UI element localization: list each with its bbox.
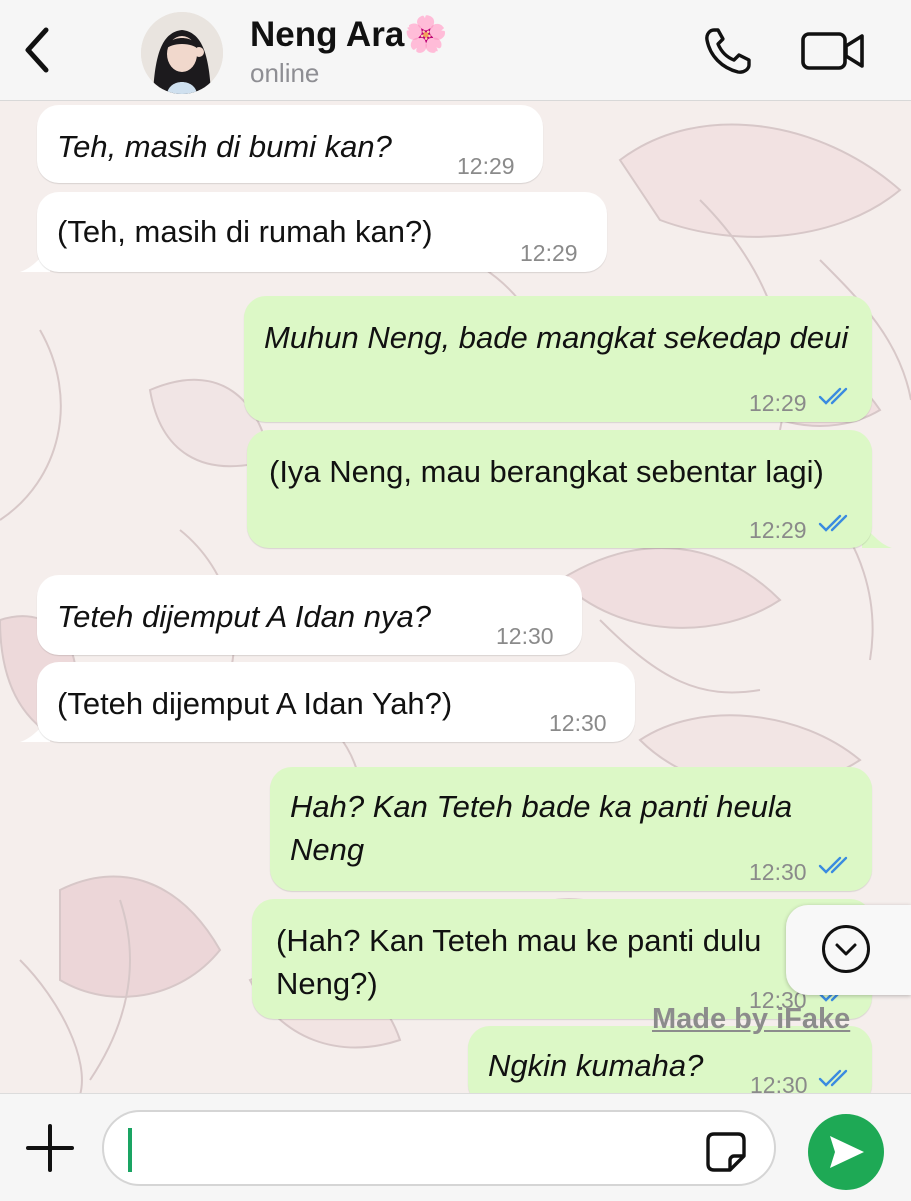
voice-call-button[interactable] [700, 24, 756, 78]
message-time: 12:29 [520, 240, 578, 266]
chat-header: Neng Ara🌸 online [0, 0, 911, 101]
message-bubble-incoming[interactable]: Teh, masih di bumi kan? 12:29 [37, 105, 543, 183]
message-time: 12:30 [549, 710, 607, 736]
video-camera-icon [801, 32, 864, 70]
message-time: 12:29 [749, 390, 807, 416]
message-text: (Hah? Kan Teteh mau ke panti dulu Neng?) [276, 923, 762, 1001]
composer-bar [0, 1093, 911, 1201]
text-caret [128, 1128, 132, 1172]
message-bubble-incoming[interactable]: (Teteh dijemput A Idan Yah?) 12:30 [37, 662, 635, 742]
message-time: 12:29 [457, 153, 515, 179]
read-receipt-icon [818, 1069, 848, 1087]
message-bubble-outgoing[interactable]: (Iya Neng, mau berangkat sebentar lagi) … [247, 430, 872, 548]
message-text: Ngkin kumaha? [488, 1048, 704, 1083]
contact-status: online [250, 58, 320, 88]
send-icon [830, 1136, 864, 1168]
message-input[interactable] [102, 1110, 776, 1186]
message-time: 12:30 [496, 623, 554, 649]
message-time: 12:30 [749, 859, 807, 885]
contact-name[interactable]: Neng Ara🌸 [250, 14, 448, 55]
message-bubble-outgoing[interactable]: (Hah? Kan Teteh mau ke panti dulu Neng?)… [252, 899, 872, 1019]
attach-button[interactable] [24, 1122, 76, 1174]
read-receipt-icon [818, 387, 848, 405]
watermark: Made by iFake [652, 1003, 851, 1035]
message-bubble-incoming[interactable]: (Teh, masih di rumah kan?) 12:29 [37, 192, 607, 272]
flower-emoji: 🌸 [404, 15, 448, 54]
message-text: (Iya Neng, mau berangkat sebentar lagi) [269, 454, 824, 489]
scroll-to-bottom-button[interactable] [786, 905, 911, 995]
message-time: 12:29 [749, 517, 807, 543]
avatar-image [141, 12, 223, 94]
sticker-button[interactable] [704, 1130, 748, 1174]
sticker-icon [706, 1132, 746, 1172]
chevron-down-icon [822, 925, 870, 973]
message-bubble-outgoing[interactable]: Hah? Kan Teteh bade ka panti heula Neng … [270, 767, 872, 891]
read-receipt-icon [818, 856, 848, 874]
read-receipt-icon [818, 514, 848, 532]
contact-name-text: Neng Ara [250, 15, 405, 54]
video-call-button[interactable] [800, 28, 866, 74]
send-button[interactable] [808, 1114, 884, 1190]
message-bubble-outgoing[interactable]: Muhun Neng, bade mangkat sekedap deui 12… [244, 296, 872, 422]
message-text: Muhun Neng, bade mangkat sekedap deui [264, 320, 849, 355]
chevron-left-icon [25, 27, 49, 73]
plus-icon [26, 1124, 74, 1172]
back-button[interactable] [18, 24, 58, 76]
phone-icon [705, 28, 751, 74]
contact-avatar[interactable] [141, 12, 223, 94]
message-bubble-incoming[interactable]: Teteh dijemput A Idan nya? 12:30 [37, 575, 582, 655]
